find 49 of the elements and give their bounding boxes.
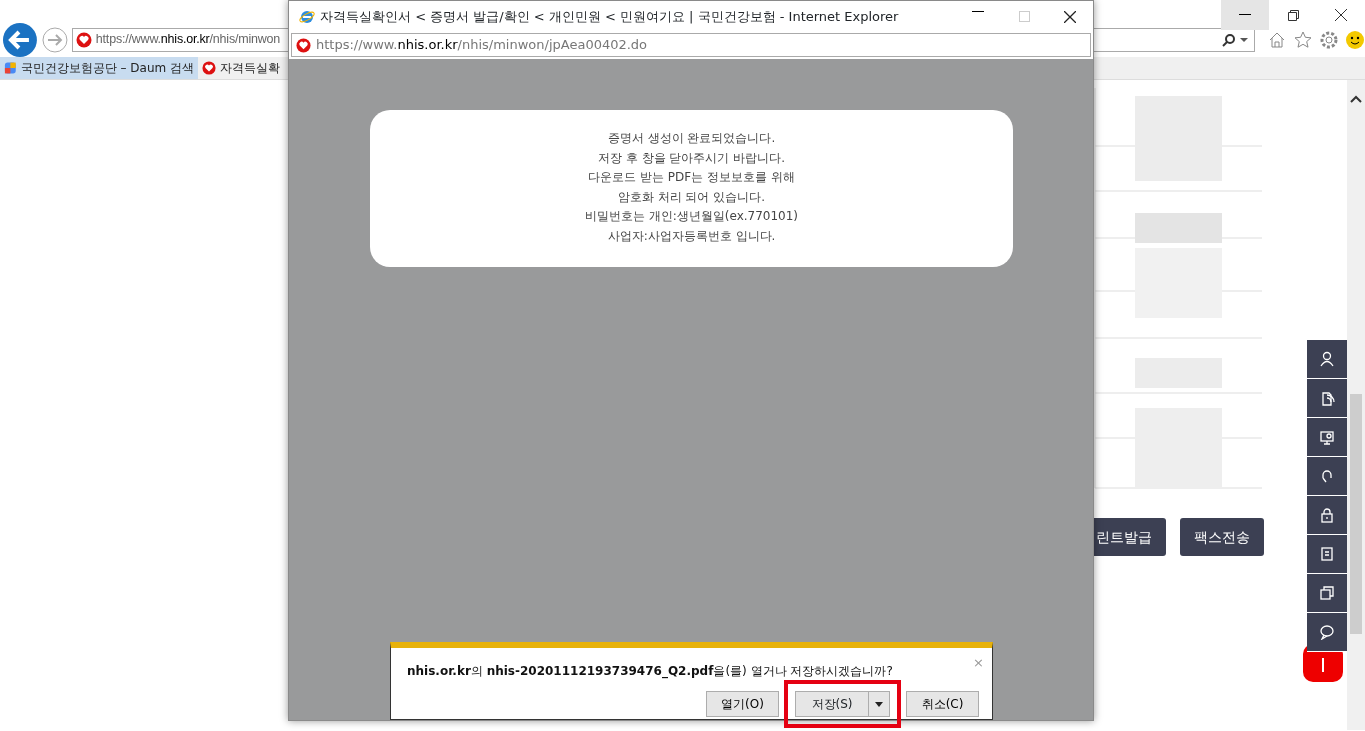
site-heart-icon <box>202 61 216 75</box>
list-icon <box>1319 546 1335 562</box>
settings-icon[interactable] <box>1319 29 1339 50</box>
side-menu-button[interactable] <box>1307 457 1347 496</box>
browser-tab[interactable]: 국민건강보험공단 – Daum 검색 <box>0 57 198 79</box>
browser-logo-icon <box>299 9 315 25</box>
side-menu-button[interactable] <box>1307 379 1347 418</box>
page-button[interactable]: 린트발급 <box>1094 518 1166 556</box>
windows-icon <box>1319 585 1335 601</box>
caret-icon[interactable] <box>875 701 883 707</box>
dialog-button[interactable]: 열기(O) <box>706 691 779 717</box>
side-menu-button[interactable] <box>1307 574 1347 613</box>
message-line: 암호화 처리 되어 있습니다. <box>617 188 766 206</box>
close-icon[interactable] <box>1335 9 1347 21</box>
side-menu-button[interactable] <box>1307 418 1347 457</box>
download-prompt: nhis.or.kr의 nhis-20201112193739476_Q2.pdf을(를) 열거나 저장하시겠습니까? <box>407 663 893 680</box>
back-icon[interactable] <box>2 21 38 58</box>
save-split-button[interactable]: 저장(S) <box>795 691 890 717</box>
dialog-button[interactable]: 취소(C) <box>906 691 979 717</box>
side-menu-button[interactable] <box>1307 535 1347 574</box>
message-line: 증명서 생성이 완료되었습니다. <box>607 130 776 147</box>
chat-icon <box>1319 624 1335 640</box>
message-line: 사업자:사업자등록번호 입니다. <box>607 227 776 245</box>
monitor-icon <box>1319 429 1335 445</box>
page-button[interactable]: 팩스전송 <box>1180 518 1264 556</box>
window-title: 자격득실확인서 < 증명서 발급/확인 < 개인민원 < 민원여기요 | 국민건강보험 - Internet Explorer <box>320 8 899 27</box>
minimize-icon[interactable] <box>1239 14 1251 16</box>
restore-icon[interactable] <box>1287 9 1299 21</box>
side-menu-button[interactable] <box>1307 496 1347 535</box>
dropdown-icon[interactable] <box>1240 36 1248 43</box>
browser-tab[interactable]: 자격득실확 <box>198 57 284 79</box>
side-menu-button[interactable] <box>1307 613 1347 652</box>
maximize-icon <box>1018 11 1030 22</box>
lock-icon <box>1319 507 1335 523</box>
document-icon <box>1319 390 1335 406</box>
smiley-icon[interactable] <box>1345 29 1365 50</box>
star-icon[interactable] <box>1293 29 1313 50</box>
search-icon[interactable] <box>1222 32 1236 47</box>
message-line: 비밀번호는 개인:생년월일(ex.770101) <box>584 208 799 225</box>
scroll-up-icon[interactable] <box>1350 94 1362 104</box>
close-icon[interactable] <box>1064 11 1076 23</box>
minimize-icon[interactable] <box>972 11 984 13</box>
address-field[interactable]: https://www.nhis.or.kr/nhis/minwon/jpAea00402.do <box>291 33 1091 57</box>
side-menu-button[interactable] <box>1307 340 1347 379</box>
message-line: 다운로드 받는 PDF는 정보보호를 위해 <box>588 169 795 186</box>
message-line: 저장 후 창을 닫아주시기 바랍니다. <box>597 149 786 167</box>
tile-icon <box>4 61 17 75</box>
scrollbar-thumb[interactable] <box>1350 394 1362 634</box>
person-icon <box>1319 351 1335 367</box>
